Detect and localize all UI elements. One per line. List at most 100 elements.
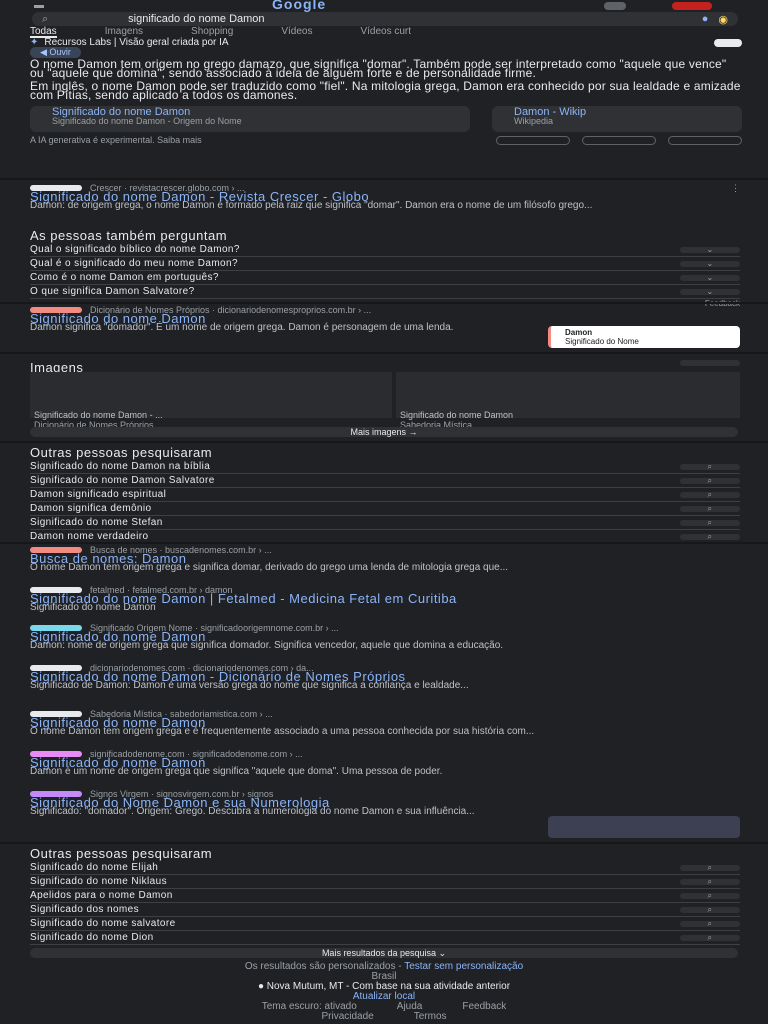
- share-button[interactable]: [668, 136, 742, 145]
- ai-toggle[interactable]: [714, 38, 742, 47]
- question-text: Como é o nome Damon em português?: [30, 272, 219, 283]
- listen-label: Ouvir: [49, 47, 71, 57]
- question-row[interactable]: Qual é o significado do meu nome Damon? ⌄: [30, 257, 740, 271]
- related-search-item[interactable]: Significado do nome salvatore ⌕: [30, 917, 740, 931]
- related-search-text: Significado dos nomes: [30, 904, 140, 915]
- feedback-link[interactable]: Feedback: [462, 1002, 506, 1012]
- card-subtitle: Wikipedia: [514, 116, 554, 126]
- ai-source-card[interactable]: Damon - Wikip Wikipedia: [492, 106, 742, 132]
- search-input[interactable]: [58, 13, 692, 25]
- terms-link[interactable]: Termos: [414, 1012, 447, 1022]
- section-title: As pessoas também perguntam: [30, 228, 228, 243]
- related-search-text: Damon significa demônio: [30, 503, 152, 514]
- related-search-item[interactable]: Significado do nome Damon na bíblia ⌕: [30, 460, 740, 474]
- related-search-text: Significado do nome Dion: [30, 932, 154, 943]
- related-search-item[interactable]: Significado do nome Damon Salvatore ⌕: [30, 474, 740, 488]
- search-result[interactable]: Signos Virgem · signosvirgem.com.br › si…: [30, 790, 740, 838]
- related-search-text: Significado do nome Damon Salvatore: [30, 475, 215, 486]
- apps-icon[interactable]: [604, 2, 626, 10]
- thumbs-down-button[interactable]: [582, 136, 656, 145]
- related-searches: Outras pessoas pesquisaram Significado d…: [30, 445, 740, 544]
- related-search-text: Significado do nome Stefan: [30, 517, 163, 528]
- related-search-text: Significado do nome Damon na bíblia: [30, 461, 211, 472]
- search-icon: ⌕: [680, 462, 740, 470]
- search-result[interactable]: Busca de nomes · buscadenomes.com.br › .…: [30, 546, 740, 573]
- related-search-text: Significado do nome Niklaus: [30, 876, 167, 887]
- related-search-item[interactable]: Significado do nome Dion ⌕: [30, 931, 740, 945]
- related-search-item[interactable]: Significado dos nomes ⌕: [30, 903, 740, 917]
- result-snippet: Damon significa "domador". É um nome de …: [30, 322, 454, 333]
- more-images-button[interactable]: Mais imagens →: [30, 427, 738, 437]
- sparkle-icon: ✦: [30, 37, 39, 48]
- search-box[interactable]: ⌕ ● ◉: [32, 12, 738, 26]
- related-search-text: Apelidos para o nome Damon: [30, 890, 173, 901]
- search-icon: ⌕: [42, 12, 49, 25]
- ai-source-cards: Significado do nome Damon Significado do…: [30, 106, 742, 132]
- related-search-text: Damon significado espiritual: [30, 489, 167, 500]
- thumbnail-title: Damon: [565, 328, 593, 337]
- chevron-down-icon: ⌄: [680, 287, 740, 295]
- thumbnail-text: Significado do Nome: [565, 337, 639, 346]
- result-thumbnail[interactable]: [548, 816, 740, 838]
- tab-short-videos[interactable]: Vídeos curt: [360, 26, 411, 38]
- search-result[interactable]: fetalmed · fetalmed.com.br › damon Signi…: [30, 586, 740, 613]
- result-thumbnail[interactable]: Damon Significado do Nome: [548, 326, 740, 348]
- search-result[interactable]: Sabedoria Mística · sabedoriamistica.com…: [30, 710, 740, 737]
- related-search-item[interactable]: Damon significa demônio ⌕: [30, 502, 740, 516]
- chevron-down-icon: ⌄: [680, 245, 740, 253]
- tab-videos[interactable]: Vídeos: [281, 26, 312, 38]
- related-search-item[interactable]: Damon significado espiritual ⌕: [30, 488, 740, 502]
- search-icon: ⌕: [680, 877, 740, 885]
- search-result[interactable]: dicionariodenomes.com · dicionariodenome…: [30, 664, 740, 691]
- caption-title: Significado do nome Damon - ...: [34, 410, 163, 420]
- search-result[interactable]: Significado Origem Nome · significadoori…: [30, 624, 740, 651]
- search-result[interactable]: Crescer · revistacrescer.globo.com › ...…: [30, 184, 740, 211]
- related-search-item[interactable]: Apelidos para o nome Damon ⌕: [30, 889, 740, 903]
- google-logo[interactable]: Google: [272, 0, 326, 12]
- privacy-link[interactable]: Privacidade: [321, 1012, 373, 1022]
- search-icon: ⌕: [680, 891, 740, 899]
- divider: [0, 352, 768, 354]
- more-results-button[interactable]: Mais resultados da pesquisa ⌄: [30, 948, 738, 958]
- ai-disclaimer[interactable]: A IA generativa é experimental. Saiba ma…: [30, 136, 202, 145]
- search-icon: ⌕: [680, 476, 740, 484]
- search-result[interactable]: Dicionário de Nomes Próprios · dicionari…: [30, 306, 740, 348]
- question-text: Qual o significado bíblico do nome Damon…: [30, 244, 240, 255]
- question-row[interactable]: O que significa Damon Salvatore? ⌄: [30, 285, 740, 299]
- related-search-item[interactable]: Significado do nome Elijah ⌕: [30, 861, 740, 875]
- search-icon: ⌕: [680, 905, 740, 913]
- divider: [0, 178, 768, 180]
- search-icon: ⌕: [680, 863, 740, 871]
- section-title: Outras pessoas pesquisaram: [30, 445, 213, 460]
- question-text: O que significa Damon Salvatore?: [30, 286, 195, 297]
- chevron-up-icon[interactable]: [680, 360, 740, 366]
- caption-title: Significado do nome Damon: [400, 410, 514, 420]
- card-subtitle: Significado do nome Damon - Origem do No…: [52, 116, 242, 126]
- ai-overview-title: Recursos Labs | Visão geral criada por I…: [44, 37, 229, 48]
- mic-icon[interactable]: ●: [702, 13, 709, 25]
- more-icon[interactable]: ⋮: [731, 184, 740, 193]
- divider: [0, 842, 768, 844]
- menu-icon[interactable]: ▬: [34, 0, 44, 11]
- related-search-item[interactable]: Significado do nome Niklaus ⌕: [30, 875, 740, 889]
- search-result[interactable]: significadodenome.com · significadodenom…: [30, 750, 740, 777]
- account-avatar[interactable]: [672, 2, 712, 10]
- ai-overview-header: ✦ Recursos Labs | Visão geral criada por…: [30, 37, 742, 48]
- lens-icon[interactable]: ◉: [718, 13, 728, 26]
- ai-overview: ✦ Recursos Labs | Visão geral criada por…: [30, 38, 742, 145]
- related-search-text: Significado do nome salvatore: [30, 918, 176, 929]
- question-row[interactable]: Como é o nome Damon em português? ⌄: [30, 271, 740, 285]
- thumbs-up-button[interactable]: [496, 136, 570, 145]
- related-search-item[interactable]: Significado do nome Stefan ⌕: [30, 516, 740, 530]
- search-icon: ⌕: [680, 933, 740, 941]
- chevron-down-icon: ⌄: [680, 273, 740, 281]
- question-row[interactable]: Qual o significado bíblico do nome Damon…: [30, 243, 740, 257]
- ai-source-card[interactable]: Significado do nome Damon Significado do…: [30, 106, 470, 132]
- result-snippet: O nome Damon tem origem grega e signific…: [30, 562, 509, 573]
- divider: [0, 542, 768, 544]
- search-icon: ⌕: [680, 504, 740, 512]
- result-snippet: Significado: "domador". Origem: Grego. D…: [30, 806, 475, 817]
- search-icon: ⌕: [680, 919, 740, 927]
- ai-paragraph-2: Em inglês, o nome Damon pode ser traduzi…: [30, 79, 741, 102]
- try-without-personalization-link[interactable]: Testar sem personalização: [404, 961, 523, 972]
